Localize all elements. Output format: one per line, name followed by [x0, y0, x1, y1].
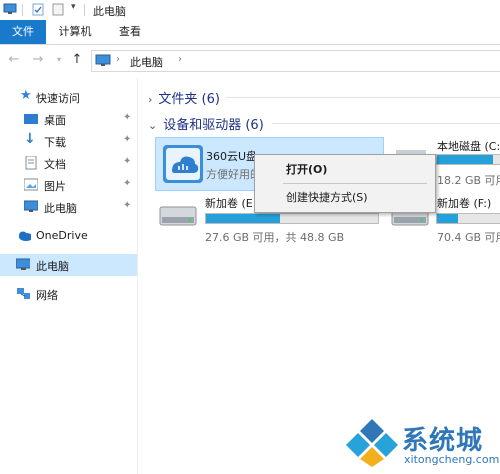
title-bar: ▾ 此电脑 [0, 0, 500, 20]
nav-item-this-pc-quick[interactable]: 此电脑 ✦ [0, 196, 137, 218]
nav-label: 文档 [44, 158, 66, 171]
hard-drive-icon [159, 206, 197, 226]
nav-item-pictures[interactable]: 图片 ✦ [0, 174, 137, 196]
nav-item-documents[interactable]: 文档 ✦ [0, 152, 137, 174]
drive-name: 360云U盘 [206, 150, 258, 163]
drive-detail: 方便好用的 [206, 168, 261, 181]
usage-fill [206, 214, 280, 223]
download-icon: ↓ [24, 131, 36, 147]
window-title: 此电脑 [93, 5, 126, 18]
usb-cloud-drive-icon [163, 145, 203, 183]
pin-icon[interactable]: ✦ [123, 178, 131, 189]
nav-label: 此电脑 [44, 202, 77, 215]
back-button[interactable]: ← [5, 51, 23, 69]
breadcrumb-chevron-icon[interactable]: › [178, 54, 182, 65]
computer-icon [16, 258, 30, 270]
star-icon: ★ [20, 88, 32, 103]
divider [84, 4, 85, 16]
nav-item-downloads[interactable]: ↓ 下载 ✦ [0, 130, 137, 152]
drive-name: 新加卷 (F:) [437, 197, 492, 210]
tab-computer[interactable]: 计算机 [50, 20, 100, 44]
properties-icon[interactable] [32, 3, 44, 16]
group-header-folders[interactable]: › 文件夹 (6) [148, 88, 220, 107]
computer-icon [24, 200, 38, 212]
nav-label: 桌面 [44, 114, 66, 127]
tab-file[interactable]: 文件 [0, 20, 46, 44]
computer-icon [95, 54, 111, 66]
address-bar[interactable]: › 此电脑 › [91, 50, 500, 72]
usage-fill [437, 214, 458, 223]
pin-icon[interactable]: ✦ [123, 200, 131, 211]
watermark-logo-icon [346, 419, 398, 467]
usage-bar [205, 213, 379, 224]
pin-icon[interactable]: ✦ [123, 134, 131, 145]
customize-quick-access-icon[interactable]: ▾ [71, 2, 76, 12]
nav-item-desktop[interactable]: 桌面 ✦ [0, 108, 137, 130]
menu-item-create-shortcut[interactable]: 创建快捷方式(S) [255, 187, 435, 209]
divider [22, 4, 23, 16]
nav-label: 网络 [36, 289, 58, 302]
new-folder-icon[interactable] [52, 3, 64, 16]
forward-button[interactable]: → [29, 51, 47, 69]
group-header-devices[interactable]: ⌄ 设备和驱动器 (6) [148, 114, 264, 133]
drive-size: 18.2 GB 可用， [437, 174, 500, 187]
usage-bar [436, 213, 500, 224]
tab-view[interactable]: 查看 [108, 20, 152, 44]
pin-icon[interactable]: ✦ [123, 112, 131, 123]
group-title: 设备和驱动器 (6) [163, 118, 264, 133]
nav-item-this-pc[interactable]: 此电脑 [0, 254, 137, 276]
nav-label: 此电脑 [36, 260, 69, 273]
computer-icon[interactable] [3, 3, 17, 15]
navigation-pane: ★ 快速访问 桌面 ✦ ↓ 下载 ✦ 文档 ✦ 图片 ✦ 此电脑 ✦ OneDr… [0, 78, 138, 474]
watermark-brand: 系统城 [402, 426, 484, 456]
network-icon [17, 288, 30, 299]
divider [226, 97, 500, 98]
drive-name: 新加卷 (E [205, 197, 253, 210]
pin-icon[interactable]: ✦ [123, 156, 131, 167]
breadcrumb[interactable]: 此电脑 [130, 54, 163, 70]
ribbon: 文件 计算机 查看 [0, 20, 500, 45]
usage-bar [436, 154, 500, 165]
nav-item-network[interactable]: 网络 [0, 283, 137, 305]
menu-label: 打开(O) [286, 163, 328, 176]
up-button[interactable]: ↑ [68, 51, 86, 69]
nav-label: OneDrive [36, 229, 88, 242]
nav-item-quick-access[interactable]: ★ 快速访问 [0, 86, 137, 108]
drive-size: 70.4 GB 可用， [437, 231, 500, 244]
watermark-url: xitongcheng.com [404, 453, 500, 466]
menu-label: 创建快捷方式(S) [286, 191, 368, 204]
recent-locations-button[interactable]: ▾ [50, 51, 68, 69]
nav-label: 图片 [44, 180, 66, 193]
chevron-down-icon[interactable]: ⌄ [148, 119, 157, 132]
menu-separator [283, 183, 427, 184]
drive-name: 本地磁盘 (C: [437, 140, 500, 153]
onedrive-icon [19, 231, 31, 241]
usage-fill [437, 155, 493, 164]
navigation-bar: ← → ▾ ↑ › 此电脑 › [0, 45, 500, 77]
watermark: 系统城 xitongcheng.com [344, 415, 500, 474]
picture-icon [24, 178, 38, 191]
group-title: 文件夹 (6) [158, 92, 220, 107]
menu-item-open[interactable]: 打开(O) [255, 159, 435, 181]
breadcrumb-chevron-icon[interactable]: › [116, 54, 120, 65]
nav-item-onedrive[interactable]: OneDrive [0, 225, 137, 247]
nav-label: 下载 [44, 136, 66, 149]
divider [272, 123, 500, 124]
drive-size: 27.6 GB 可用，共 48.8 GB [205, 231, 345, 244]
desktop-icon [24, 114, 38, 124]
context-menu: 打开(O) 创建快捷方式(S) [254, 154, 436, 213]
chevron-right-icon[interactable]: › [148, 93, 152, 106]
document-icon [25, 156, 37, 170]
nav-label: 快速访问 [36, 92, 80, 105]
